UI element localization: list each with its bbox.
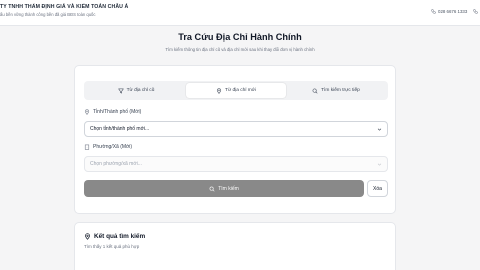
search-card: Từ địa chỉ cũ Từ địa chỉ mới Tìm kiếm tr… [74,65,396,214]
search-icon [312,88,318,94]
province-select-value: Chọn tỉnh/thành phố mới... [90,126,150,132]
results-count: Tìm thấy 1 kết quả phù hợp [84,244,140,249]
province-label-text: Tỉnh/Thành phố (Mới) [93,109,142,115]
phone-icon [431,9,436,14]
map-pin-icon [216,87,222,94]
filter-icon [117,88,124,94]
clear-button-label: Xóa [373,185,382,192]
tab-label: Từ địa chỉ mới [225,88,256,93]
ward-select[interactable]: Chọn phường/xã mới... [84,156,388,172]
map-pin-icon [84,233,91,240]
province-select[interactable]: Chọn tỉnh/thành phố mới... [84,121,388,137]
tab-old-address[interactable]: Từ địa chỉ cũ [86,83,186,98]
tab-new-address[interactable]: Từ địa chỉ mới [186,83,286,98]
results-title: Kết quả tìm kiếm [94,233,146,240]
ward-select-placeholder: Chọn phường/xã mới... [90,161,142,167]
phone-icon[interactable] [473,9,478,14]
top-header: TY TNHH THẨM ĐỊNH GIÁ VÀ KIỂM TOÁN CHÂU … [0,0,480,26]
tab-label: Tìm kiếm trực tiếp [321,88,360,93]
clear-button[interactable]: Xóa [367,180,388,197]
map-pin-icon [84,109,90,115]
search-icon [209,186,215,192]
province-label: Tỉnh/Thành phố (Mới) [84,109,141,115]
search-button[interactable]: Tìm kiếm [84,180,364,197]
phone-number: 028 6676 1333 [438,9,468,14]
page-subtitle: Tìm kiếm thông tin địa chỉ cũ và địa chỉ… [165,47,315,52]
chevron-down-icon [377,127,382,132]
phone-contact[interactable]: 028 6676 1333 [431,9,467,14]
tab-label: Từ địa chỉ cũ [126,88,155,93]
building-icon [84,144,90,150]
ward-label-text: Phường/Xã (Mới) [93,144,133,150]
company-name: TY TNHH THẨM ĐỊNH GIÁ VÀ KIỂM TOÁN CHÂU … [0,4,129,10]
search-mode-tabs: Từ địa chỉ cũ Từ địa chỉ mới Tìm kiếm tr… [84,81,388,100]
search-button-label: Tìm kiếm [218,185,239,192]
page-title: Tra Cứu Địa Chỉ Hành Chính [178,32,302,42]
chevron-down-icon [377,162,382,167]
tab-direct-search[interactable]: Tìm kiếm trực tiếp [286,83,386,98]
company-tagline: ấu bền vững thành công bền đã giá BĐS to… [0,12,96,17]
ward-label: Phường/Xã (Mới) [84,144,132,150]
results-card: Kết quả tìm kiếm Tìm thấy 1 kết quả phù … [74,222,396,270]
results-heading: Kết quả tìm kiếm [84,233,145,240]
